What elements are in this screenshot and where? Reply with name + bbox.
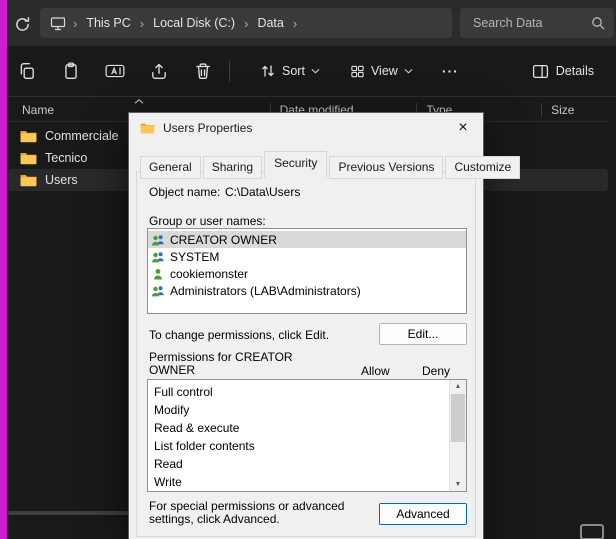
more-options-button[interactable]: ··· xyxy=(434,57,467,85)
file-name: Users xyxy=(45,173,78,187)
permission-row-full-control[interactable]: Full control xyxy=(148,383,466,401)
rename-icon xyxy=(105,63,125,79)
file-name: Tecnico xyxy=(45,151,87,165)
chevron-down-icon xyxy=(311,68,320,74)
search-input[interactable] xyxy=(471,15,591,31)
sort-label: Sort xyxy=(282,64,305,78)
share-button[interactable] xyxy=(142,54,176,88)
details-pane-icon xyxy=(532,64,549,79)
tab-customize[interactable]: Customize xyxy=(445,156,520,179)
permission-row-read-execute[interactable]: Read & execute xyxy=(148,419,466,437)
status-bar-window-icon[interactable] xyxy=(580,524,604,539)
permission-row-write[interactable]: Write xyxy=(148,473,466,491)
permission-row-read[interactable]: Read xyxy=(148,455,466,473)
object-name-value: C:\Data\Users xyxy=(225,186,300,199)
edit-hint-text: To change permissions, click Edit. xyxy=(149,329,329,342)
copy-icon xyxy=(18,62,36,80)
object-name-label: Object name: xyxy=(149,186,220,199)
refresh-button[interactable] xyxy=(11,13,33,35)
allow-column-label: Allow xyxy=(361,365,390,378)
details-label: Details xyxy=(556,64,594,78)
folder-icon xyxy=(140,122,155,134)
sort-icon xyxy=(260,63,276,79)
trash-icon xyxy=(194,62,212,80)
sort-dropdown[interactable]: Sort xyxy=(251,56,329,86)
dialog-title: Users Properties xyxy=(163,121,252,135)
deny-column-label: Deny xyxy=(422,365,450,378)
permission-row-modify[interactable]: Modify xyxy=(148,401,466,419)
refresh-icon xyxy=(14,16,31,33)
group-names-label: Group or user names: xyxy=(149,215,266,228)
view-icon xyxy=(350,64,365,79)
group-item-system[interactable]: SYSTEM xyxy=(148,248,466,265)
group-item-label: CREATOR OWNER xyxy=(170,233,277,247)
search-icon xyxy=(591,16,605,30)
folder-icon xyxy=(20,151,37,165)
delete-button[interactable] xyxy=(186,54,220,88)
permission-row-list-folder-contents[interactable]: List folder contents xyxy=(148,437,466,455)
group-item-cookiemonster[interactable]: cookiemonster xyxy=(148,265,466,282)
search-box xyxy=(460,8,614,38)
group-item-administrators[interactable]: Administrators (LAB\Administrators) xyxy=(148,282,466,299)
toolbar-separator xyxy=(229,60,230,82)
tab-security[interactable]: Security xyxy=(264,151,327,178)
group-users-icon xyxy=(151,250,165,264)
breadcrumb-item-this-pc[interactable]: This PC xyxy=(84,14,132,32)
rename-button[interactable] xyxy=(98,54,132,88)
advanced-button[interactable]: Advanced xyxy=(379,503,467,525)
breadcrumb-item-local-disk[interactable]: Local Disk (C:) xyxy=(151,14,237,32)
copy-button[interactable] xyxy=(10,54,44,88)
view-label: View xyxy=(371,64,398,78)
column-header-size[interactable]: Size xyxy=(542,103,608,117)
group-item-label: cookiemonster xyxy=(170,267,248,281)
group-item-label: Administrators (LAB\Administrators) xyxy=(170,284,361,298)
details-toggle-button[interactable]: Details xyxy=(524,58,602,85)
breadcrumb-chevron-icon[interactable]: › xyxy=(133,17,151,30)
paste-icon xyxy=(62,62,80,80)
scroll-down-icon[interactable]: ▼ xyxy=(450,478,466,491)
column-name-label: Name xyxy=(22,103,54,117)
paste-button[interactable] xyxy=(54,54,88,88)
dialog-tabs: General Sharing Security Previous Versio… xyxy=(140,150,522,177)
scroll-up-icon[interactable]: ▲ xyxy=(450,380,466,393)
view-dropdown[interactable]: View xyxy=(341,57,422,86)
sort-ascending-icon xyxy=(134,99,144,104)
tab-previous-versions[interactable]: Previous Versions xyxy=(329,156,443,179)
breadcrumb-chevron-icon[interactable]: › xyxy=(237,17,255,30)
explorer-top-bar: › This PC › Local Disk (C:) › Data › xyxy=(0,0,616,46)
this-pc-icon xyxy=(50,16,66,31)
breadcrumb-item-data[interactable]: Data xyxy=(255,14,285,32)
vertical-scrollbar[interactable]: ▲ ▼ xyxy=(449,380,466,491)
close-button[interactable]: × xyxy=(449,116,477,140)
group-user-list: CREATOR OWNER SYSTEM cookiemonster Admin… xyxy=(147,228,467,314)
breadcrumb-chevron-icon[interactable]: › xyxy=(286,17,304,30)
users-properties-dialog: Users Properties × General Sharing Secur… xyxy=(128,112,484,539)
tab-general[interactable]: General xyxy=(140,156,201,179)
edit-button[interactable]: Edit... xyxy=(379,323,467,345)
advanced-hint-text: For special permissions or advanced sett… xyxy=(149,500,371,526)
breadcrumb: › This PC › Local Disk (C:) › Data › xyxy=(40,8,452,38)
single-user-icon xyxy=(151,267,165,281)
explorer-toolbar: Sort View ··· Details xyxy=(0,46,616,97)
screen-edge-accent xyxy=(0,0,7,539)
group-users-icon xyxy=(151,284,165,298)
dialog-title-bar: Users Properties × xyxy=(129,113,483,143)
folder-icon xyxy=(20,129,37,143)
folder-icon xyxy=(20,173,37,187)
share-icon xyxy=(150,62,168,80)
group-users-icon xyxy=(151,233,165,247)
group-item-label: SYSTEM xyxy=(170,250,219,264)
permissions-list: Full control Modify Read & execute List … xyxy=(147,379,467,492)
scrollbar-thumb[interactable] xyxy=(451,394,465,442)
tab-sharing[interactable]: Sharing xyxy=(203,156,262,179)
breadcrumb-chevron-icon[interactable]: › xyxy=(66,17,84,30)
group-item-creator-owner[interactable]: CREATOR OWNER xyxy=(148,231,466,248)
chevron-down-icon xyxy=(404,68,413,74)
permissions-for-label: Permissions for CREATOR OWNER xyxy=(149,351,299,377)
file-name: Commerciale xyxy=(45,129,119,143)
